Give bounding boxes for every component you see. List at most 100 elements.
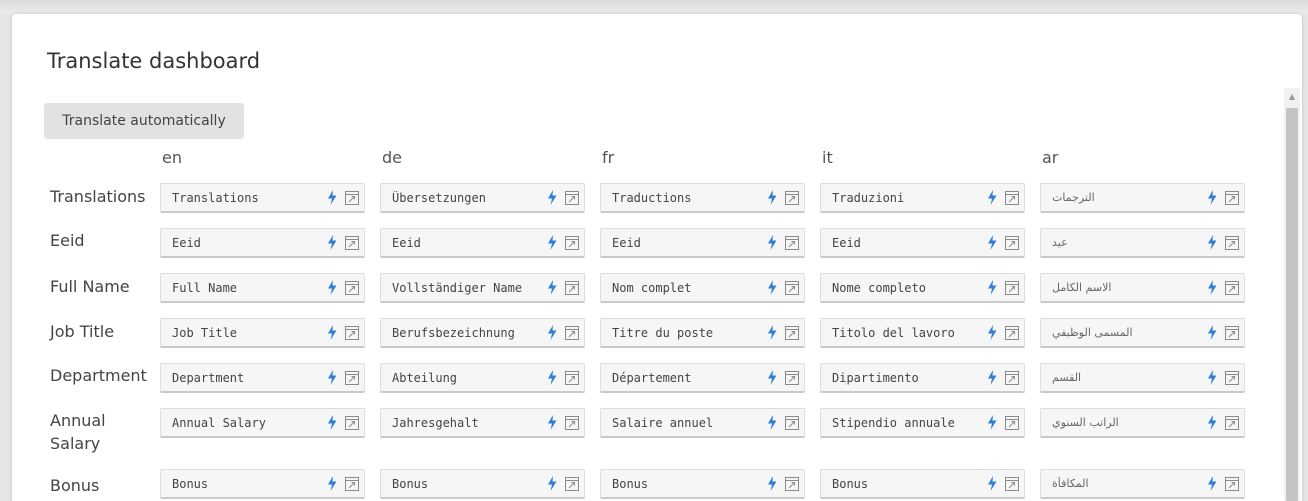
bolt-icon[interactable] <box>546 279 558 296</box>
translation-value[interactable]: Titolo del lavoro <box>832 326 982 340</box>
bolt-icon[interactable] <box>766 369 778 386</box>
open-external-icon[interactable] <box>784 235 800 251</box>
bolt-icon[interactable] <box>1206 324 1218 341</box>
translation-value[interactable]: Übersetzungen <box>392 191 542 205</box>
open-external-icon[interactable] <box>564 190 580 206</box>
bolt-icon[interactable] <box>546 475 558 492</box>
translation-value[interactable]: Bonus <box>612 477 762 491</box>
translation-field-fr[interactable]: Traductions <box>600 183 805 213</box>
translation-field-ar[interactable]: المكافأة <box>1040 469 1245 499</box>
open-external-icon[interactable] <box>564 280 580 296</box>
open-external-icon[interactable] <box>564 325 580 341</box>
translation-value[interactable]: Bonus <box>832 477 982 491</box>
bolt-icon[interactable] <box>1206 189 1218 206</box>
open-external-icon[interactable] <box>564 370 580 386</box>
translation-value[interactable]: المكافأة <box>1052 477 1202 490</box>
bolt-icon[interactable] <box>326 475 338 492</box>
translation-field-ar[interactable]: الراتب السنوي <box>1040 408 1245 438</box>
bolt-icon[interactable] <box>766 414 778 431</box>
translation-value[interactable]: الاسم الكامل <box>1052 281 1202 294</box>
open-external-icon[interactable] <box>1224 190 1240 206</box>
open-external-icon[interactable] <box>784 280 800 296</box>
translation-field-de[interactable]: Jahresgehalt <box>380 408 585 438</box>
open-external-icon[interactable] <box>344 415 360 431</box>
translation-field-en[interactable]: Job Title <box>160 318 365 348</box>
translation-value[interactable]: Eeid <box>832 236 982 250</box>
open-external-icon[interactable] <box>1004 476 1020 492</box>
translation-value[interactable]: الترجمات <box>1052 191 1202 204</box>
translation-field-it[interactable]: Eeid <box>820 228 1025 258</box>
translation-field-fr[interactable]: Département <box>600 363 805 393</box>
open-external-icon[interactable] <box>784 190 800 206</box>
translation-field-de[interactable]: Bonus <box>380 469 585 499</box>
translation-value[interactable]: Bonus <box>392 477 542 491</box>
translation-value[interactable]: Nome completo <box>832 281 982 295</box>
bolt-icon[interactable] <box>1206 414 1218 431</box>
translation-value[interactable]: Salaire annuel <box>612 416 762 430</box>
bolt-icon[interactable] <box>1206 279 1218 296</box>
translation-field-ar[interactable]: الترجمات <box>1040 183 1245 213</box>
translation-value[interactable]: Traduzioni <box>832 191 982 205</box>
open-external-icon[interactable] <box>1004 325 1020 341</box>
open-external-icon[interactable] <box>564 415 580 431</box>
bolt-icon[interactable] <box>326 189 338 206</box>
translation-field-fr[interactable]: Titre du poste <box>600 318 805 348</box>
translation-field-de[interactable]: Vollständiger Name <box>380 273 585 303</box>
translation-field-ar[interactable]: الاسم الكامل <box>1040 273 1245 303</box>
translation-field-en[interactable]: Bonus <box>160 469 365 499</box>
translation-field-fr[interactable]: Salaire annuel <box>600 408 805 438</box>
open-external-icon[interactable] <box>1004 415 1020 431</box>
open-external-icon[interactable] <box>344 476 360 492</box>
translation-field-fr[interactable]: Eeid <box>600 228 805 258</box>
bolt-icon[interactable] <box>986 369 998 386</box>
bolt-icon[interactable] <box>986 475 998 492</box>
bolt-icon[interactable] <box>326 324 338 341</box>
bolt-icon[interactable] <box>766 234 778 251</box>
open-external-icon[interactable] <box>564 476 580 492</box>
translation-value[interactable]: Stipendio annuale <box>832 416 982 430</box>
translation-field-ar[interactable]: المسمى الوظيفي <box>1040 318 1245 348</box>
open-external-icon[interactable] <box>784 415 800 431</box>
translation-field-de[interactable]: Abteilung <box>380 363 585 393</box>
bolt-icon[interactable] <box>766 475 778 492</box>
translation-field-de[interactable]: Berufsbezeichnung <box>380 318 585 348</box>
translation-value[interactable]: Abteilung <box>392 371 542 385</box>
open-external-icon[interactable] <box>1224 415 1240 431</box>
open-external-icon[interactable] <box>344 325 360 341</box>
open-external-icon[interactable] <box>1224 325 1240 341</box>
translation-field-en[interactable]: Eeid <box>160 228 365 258</box>
translation-value[interactable]: القسم <box>1052 371 1202 384</box>
open-external-icon[interactable] <box>1224 235 1240 251</box>
translation-value[interactable]: المسمى الوظيفي <box>1052 326 1202 339</box>
bolt-icon[interactable] <box>546 189 558 206</box>
open-external-icon[interactable] <box>344 280 360 296</box>
vertical-scrollbar[interactable]: ▲ <box>1284 88 1300 501</box>
translation-value[interactable]: Translations <box>172 191 322 205</box>
translation-value[interactable]: الراتب السنوي <box>1052 416 1202 429</box>
translation-field-fr[interactable]: Nom complet <box>600 273 805 303</box>
bolt-icon[interactable] <box>766 324 778 341</box>
translation-field-en[interactable]: Full Name <box>160 273 365 303</box>
open-external-icon[interactable] <box>784 476 800 492</box>
bolt-icon[interactable] <box>326 414 338 431</box>
translation-value[interactable]: Eeid <box>612 236 762 250</box>
open-external-icon[interactable] <box>344 370 360 386</box>
open-external-icon[interactable] <box>344 235 360 251</box>
translation-field-fr[interactable]: Bonus <box>600 469 805 499</box>
translation-field-de[interactable]: Übersetzungen <box>380 183 585 213</box>
chevron-up-icon[interactable]: ▲ <box>1284 91 1300 103</box>
translation-field-it[interactable]: Dipartimento <box>820 363 1025 393</box>
translation-value[interactable]: Eeid <box>172 236 322 250</box>
bolt-icon[interactable] <box>546 414 558 431</box>
open-external-icon[interactable] <box>1004 235 1020 251</box>
translation-value[interactable]: Titre du poste <box>612 326 762 340</box>
translation-field-it[interactable]: Titolo del lavoro <box>820 318 1025 348</box>
translation-value[interactable]: Annual Salary <box>172 416 322 430</box>
translation-field-de[interactable]: Eeid <box>380 228 585 258</box>
translation-value[interactable]: Département <box>612 371 762 385</box>
bolt-icon[interactable] <box>766 189 778 206</box>
bolt-icon[interactable] <box>546 369 558 386</box>
translation-value[interactable]: Berufsbezeichnung <box>392 326 542 340</box>
bolt-icon[interactable] <box>766 279 778 296</box>
open-external-icon[interactable] <box>1004 370 1020 386</box>
